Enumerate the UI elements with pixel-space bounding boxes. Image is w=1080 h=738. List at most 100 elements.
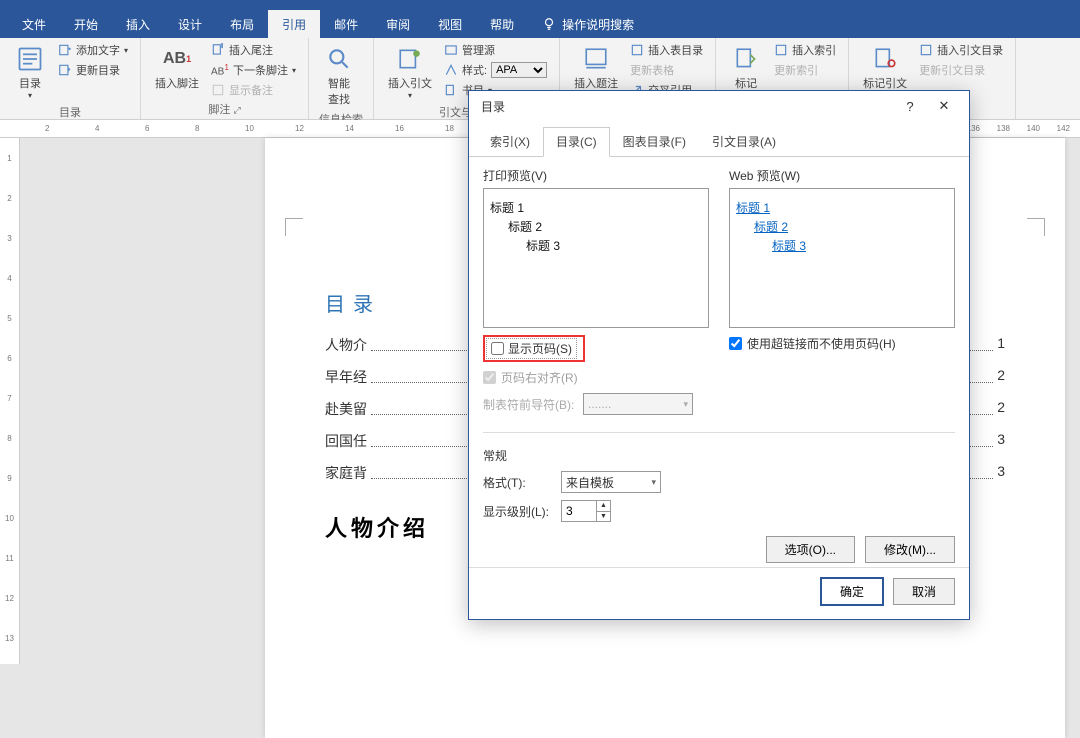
format-select[interactable]: 来自模板▾: [561, 471, 661, 493]
preview-heading3: 标题 3: [526, 237, 702, 254]
tab-mailings[interactable]: 邮件: [320, 10, 372, 39]
manage-icon: [444, 43, 458, 57]
insert-caption-label: 插入题注: [574, 75, 618, 91]
ok-button[interactable]: 确定: [821, 578, 883, 605]
tab-help[interactable]: 帮助: [476, 10, 528, 39]
right-align-label: 页码右对齐(R): [501, 369, 578, 386]
insert-index-button[interactable]: 插入索引: [772, 41, 838, 59]
toc-button[interactable]: 目录 ▾: [10, 41, 50, 102]
modify-button[interactable]: 修改(M)...: [865, 536, 955, 563]
dialog-tab-authorities[interactable]: 引文目录(A): [699, 127, 789, 156]
tab-references[interactable]: 引用: [268, 10, 320, 39]
style-select[interactable]: APA: [491, 62, 547, 78]
caption-icon: [580, 43, 612, 75]
toc-dialog: 目录 ? ✕ 索引(X) 目录(C) 图表目录(F) 引文目录(A) 打印预览(…: [468, 90, 970, 620]
show-notes-label: 显示备注: [229, 82, 273, 98]
chevron-down-icon: ▾: [28, 91, 32, 100]
use-hyperlinks-checkbox[interactable]: [729, 337, 742, 350]
tab-leader-label: 制表符前导符(B):: [483, 396, 575, 413]
insert-caption-button[interactable]: 插入题注: [570, 41, 622, 93]
tell-me-label: 操作说明搜索: [562, 16, 634, 33]
next-footnote-label: 下一条脚注: [233, 62, 288, 78]
next-footnote-button[interactable]: AB1 下一条脚注▾: [209, 61, 298, 79]
levels-label: 显示级别(L):: [483, 503, 553, 520]
print-preview-label: 打印预览(V): [483, 167, 709, 184]
help-button[interactable]: ?: [893, 94, 927, 118]
mark-citation-button[interactable]: 标记引文: [859, 41, 911, 93]
tab-layout[interactable]: 布局: [216, 10, 268, 39]
tab-home[interactable]: 开始: [60, 10, 112, 39]
toa-icon: [919, 43, 933, 57]
web-preview-box[interactable]: 标题 1 标题 2 标题 3: [729, 188, 955, 328]
insert-citation-button[interactable]: 插入引文 ▾: [384, 41, 436, 102]
tell-me[interactable]: 操作说明搜索: [528, 10, 648, 39]
dialog-titlebar[interactable]: 目录 ? ✕: [469, 91, 969, 121]
use-hyperlinks-label: 使用超链接而不使用页码(H): [747, 335, 896, 352]
update-toc-button[interactable]: 更新目录: [56, 61, 130, 79]
footnote-icon: AB1: [161, 43, 193, 75]
show-page-numbers-checkbox[interactable]: [491, 342, 504, 355]
insert-footnote-button[interactable]: AB1 插入脚注: [151, 41, 203, 93]
add-text-button[interactable]: 添加文字▾: [56, 41, 130, 59]
insert-toa-button[interactable]: 插入引文目录: [917, 41, 1005, 59]
update-toa-button: 更新引文目录: [917, 61, 1005, 79]
style-icon: [444, 63, 458, 77]
update-index-label: 更新索引: [774, 62, 818, 78]
web-preview-link1[interactable]: 标题 1: [736, 201, 770, 215]
tab-leader-row: 制表符前导符(B): .......▾: [483, 393, 709, 415]
add-text-label: 添加文字: [76, 42, 120, 58]
cancel-button[interactable]: 取消: [893, 578, 955, 605]
smart-lookup-label: 智能 查找: [328, 75, 350, 107]
format-label: 格式(T):: [483, 474, 553, 491]
tab-leader-select: .......▾: [583, 393, 693, 415]
citation-icon: [394, 43, 426, 75]
manage-sources-button[interactable]: 管理源: [442, 41, 549, 59]
endnote-icon: i: [211, 43, 225, 57]
dialog-tab-figures[interactable]: 图表目录(F): [610, 127, 699, 156]
show-page-numbers-row: 显示页码(S): [483, 335, 709, 362]
insert-endnote-button[interactable]: i 插入尾注: [209, 41, 298, 59]
levels-row: 显示级别(L): ▲▼: [483, 500, 955, 522]
close-button[interactable]: ✕: [927, 94, 961, 118]
show-notes-button: 显示备注: [209, 81, 298, 99]
insert-index-label: 插入索引: [792, 42, 836, 58]
web-preview-link2[interactable]: 标题 2: [754, 220, 788, 234]
margin-corner-tr: [1027, 218, 1045, 236]
spin-up-icon[interactable]: ▲: [597, 501, 610, 512]
smart-lookup-button[interactable]: 智能 查找: [319, 41, 359, 109]
dialog-tab-toc[interactable]: 目录(C): [543, 127, 610, 157]
svg-text:i: i: [222, 44, 223, 50]
tab-view[interactable]: 视图: [424, 10, 476, 39]
print-preview-box[interactable]: 标题 1 标题 2 标题 3: [483, 188, 709, 328]
tof-icon: [630, 43, 644, 57]
options-button[interactable]: 选项(O)...: [766, 536, 855, 563]
web-preview-link3[interactable]: 标题 3: [772, 239, 806, 253]
format-row: 格式(T): 来自模板▾: [483, 471, 955, 493]
update-table-button: 更新表格: [628, 61, 705, 79]
menubar: 文件 开始 插入 设计 布局 引用 邮件 审阅 视图 帮助 操作说明搜索: [0, 10, 1080, 38]
insert-citation-label: 插入引文: [388, 75, 432, 91]
use-hyperlinks-row: 使用超链接而不使用页码(H): [729, 335, 955, 352]
dialog-tab-index[interactable]: 索引(X): [477, 127, 543, 156]
levels-input[interactable]: [562, 501, 596, 521]
insert-tof-button[interactable]: 插入表目录: [628, 41, 705, 59]
mark-icon: [730, 43, 762, 75]
update-toa-label: 更新引文目录: [919, 62, 985, 78]
tab-review[interactable]: 审阅: [372, 10, 424, 39]
right-align-checkbox: [483, 371, 496, 384]
preview-heading2: 标题 2: [508, 218, 702, 235]
highlight-annotation: 显示页码(S): [483, 335, 585, 362]
spin-down-icon[interactable]: ▼: [597, 512, 610, 522]
right-align-row: 页码右对齐(R): [483, 369, 709, 386]
dialog-title-text: 目录: [481, 98, 893, 115]
levels-spinner[interactable]: ▲▼: [561, 500, 611, 522]
style-selector[interactable]: 样式: APA: [442, 61, 549, 79]
mark-entry-button[interactable]: 标记: [726, 41, 766, 93]
dialog-footer: 确定 取消: [469, 568, 969, 619]
dialog-body: 打印预览(V) 标题 1 标题 2 标题 3 显示页码(S): [469, 157, 969, 567]
tab-file[interactable]: 文件: [8, 10, 60, 39]
tab-design[interactable]: 设计: [164, 10, 216, 39]
tab-insert[interactable]: 插入: [112, 10, 164, 39]
dialog-tabs: 索引(X) 目录(C) 图表目录(F) 引文目录(A): [469, 121, 969, 157]
toc-button-label: 目录: [19, 75, 41, 91]
